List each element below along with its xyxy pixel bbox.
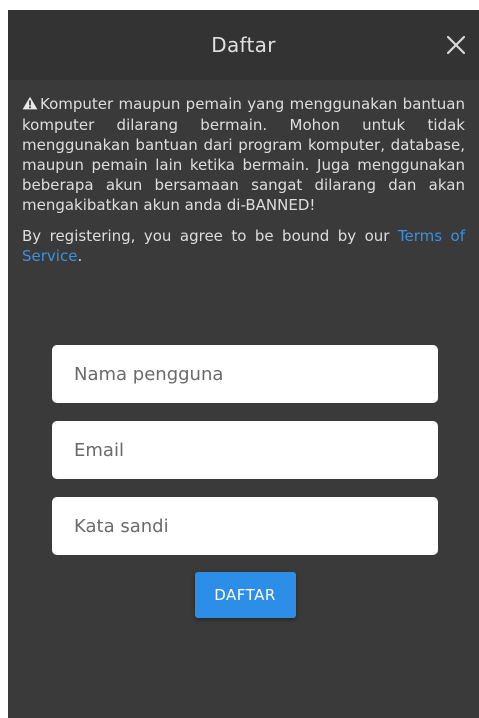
password-input[interactable] — [52, 497, 438, 555]
register-form: DAFTAR — [52, 345, 438, 618]
warning-text: Komputer maupun pemain yang menggunakan … — [22, 95, 465, 214]
register-submit-button[interactable]: DAFTAR — [194, 572, 296, 618]
warning-triangle-icon — [22, 95, 38, 115]
agree-prefix: By registering, you agree to be bound by… — [22, 227, 398, 245]
dialog-header: Daftar — [8, 10, 479, 80]
terms-agreement: By registering, you agree to be bound by… — [22, 226, 465, 266]
dialog-body: Komputer maupun pemain yang menggunakan … — [8, 80, 479, 266]
username-input[interactable] — [52, 345, 438, 403]
dialog-title: Daftar — [211, 33, 276, 57]
register-dialog: Daftar Komputer maupun pemain yang mengg… — [8, 10, 479, 718]
close-button[interactable] — [443, 32, 469, 58]
submit-row: DAFTAR — [52, 572, 438, 618]
agree-suffix: . — [77, 247, 83, 265]
warning-notice: Komputer maupun pemain yang menggunakan … — [22, 94, 465, 215]
close-icon — [446, 35, 466, 55]
email-input[interactable] — [52, 421, 438, 479]
